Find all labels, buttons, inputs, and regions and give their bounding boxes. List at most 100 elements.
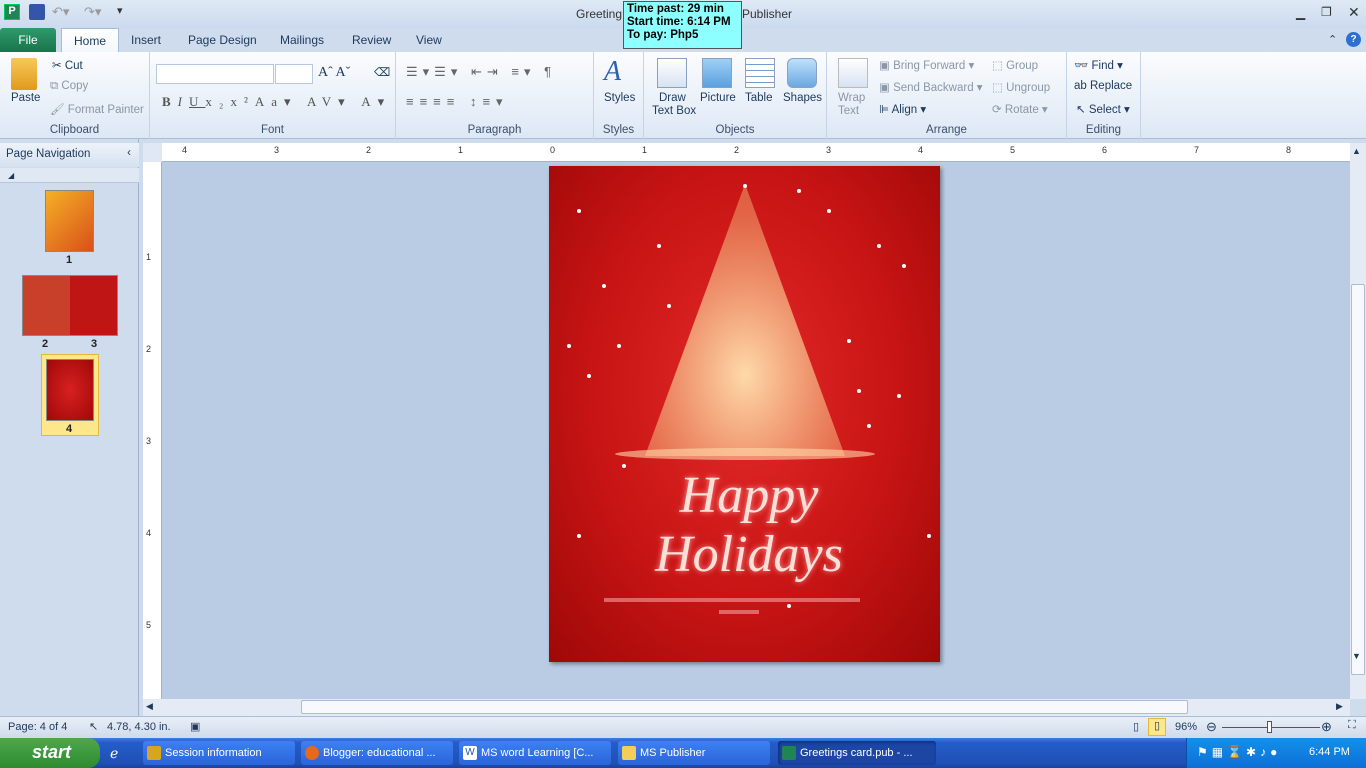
single-page-view-icon[interactable]: ▯ [1133, 720, 1139, 733]
ruler-corner [143, 143, 162, 162]
fit-page-icon[interactable]: ⛶ [1348, 719, 1356, 732]
rotate-icon: ⟳ [992, 104, 1005, 116]
task-label: Greetings card.pub - ... [800, 747, 913, 759]
help-icon[interactable]: ? [1346, 32, 1361, 47]
taskbar-item-blogger[interactable]: Blogger: educational ... [301, 741, 453, 765]
ie-quicklaunch-icon[interactable]: ℯ [110, 745, 118, 762]
tab-page-design[interactable]: Page Design [176, 28, 269, 52]
tab-mailings[interactable]: Mailings [268, 28, 336, 52]
scissors-icon: ✂ [52, 60, 65, 72]
sparkle-star [617, 344, 621, 348]
send-backward-label: Send Backward [893, 82, 974, 94]
horizontal-scrollbar[interactable]: ◀ ▶ [143, 699, 1350, 716]
send-backward-button[interactable]: ▣ Send Backward ▾ [879, 80, 983, 94]
page-indicator[interactable]: Page: 4 of 4 [8, 721, 67, 733]
scroll-left-icon[interactable]: ◀ [146, 701, 153, 712]
taskbar-item-session[interactable]: Session information [143, 741, 295, 765]
font-size-combo[interactable] [275, 64, 313, 84]
restore-icon[interactable]: ❐ [1321, 5, 1332, 19]
horizontal-scroll-thumb[interactable] [301, 700, 1188, 714]
list-indent-icons[interactable]: ☰▾☰▾ ⇤⇥ ≡▾ ¶ [406, 64, 556, 80]
scroll-down-icon[interactable]: ▼ [1352, 651, 1361, 661]
wrap-text-button-line2[interactable]: Text [838, 105, 859, 117]
shapes-button[interactable]: Shapes [783, 92, 822, 104]
grow-font-icon[interactable]: Aˆ Aˇ [318, 65, 350, 81]
styles-label: Styles [602, 124, 635, 136]
sparkle-star [567, 344, 571, 348]
tab-home[interactable]: Home [61, 28, 120, 52]
paste-button[interactable]: Paste [11, 92, 40, 104]
sparkle-star [577, 209, 581, 213]
scroll-right-icon[interactable]: ▶ [1336, 701, 1343, 712]
collapse-pane-icon[interactable]: ‹ [127, 147, 131, 159]
format-painter-button[interactable]: 🖌 Format Painter [50, 102, 144, 116]
select-button[interactable]: ↖ Select ▾ [1076, 102, 1130, 116]
page-number-2: 2 [42, 338, 49, 350]
zoom-level[interactable]: 96% [1175, 721, 1197, 733]
draw-text-box-button-line2[interactable]: Text Box [652, 105, 696, 117]
start-button[interactable]: start [0, 738, 100, 768]
document-canvas[interactable]: Happy Holidays [162, 162, 1350, 699]
ruler-tick-label: 4 [182, 145, 188, 155]
alignment-icons[interactable]: ≡≡≡≡ ↕≡▾ [406, 94, 509, 110]
sparkle-star [657, 244, 661, 248]
align-button[interactable]: ⊫ Align ▾ [879, 102, 926, 116]
zoom-in-icon[interactable]: ⊕ [1321, 719, 1332, 735]
find-button[interactable]: 👓 Find ▾ [1074, 58, 1123, 72]
tab-view[interactable]: View [404, 28, 454, 52]
two-page-view-icon[interactable]: ▯ [1148, 718, 1166, 736]
font-label: Font [260, 124, 284, 136]
tab-review[interactable]: Review [340, 28, 403, 52]
close-icon[interactable]: ✕ [1348, 4, 1360, 21]
tab-insert[interactable]: Insert [119, 28, 173, 52]
tray-icons[interactable]: ⚑▦⌛✱♪● [1197, 745, 1281, 759]
ungroup-button[interactable]: ⬚ Ungroup [992, 80, 1050, 94]
replace-button[interactable]: ab Replace [1074, 80, 1132, 92]
undo-icon[interactable]: ↶▾ [52, 4, 69, 20]
draw-text-box-button[interactable]: Draw [659, 92, 686, 104]
rotate-button[interactable]: ⟳ Rotate ▾ [992, 102, 1048, 116]
minimize-ribbon-icon[interactable]: ⌃ [1328, 33, 1337, 46]
arrange-label: Arrange [926, 124, 967, 136]
save-icon[interactable] [29, 4, 45, 20]
taskbar-item-folder[interactable]: MS Publisher [618, 741, 770, 765]
page-thumbnail-1[interactable] [45, 190, 94, 252]
greeting-card-page[interactable]: Happy Holidays [549, 166, 940, 662]
expand-pages-icon[interactable]: ◢ [0, 168, 139, 183]
copy-icon: ⧉ [50, 80, 62, 92]
scroll-up-icon[interactable]: ▲ [1352, 146, 1361, 156]
cut-button[interactable]: ✂ Cut [52, 58, 83, 72]
group-icon: ⬚ [992, 60, 1007, 72]
wrap-text-button[interactable]: Wrap [838, 92, 865, 104]
picture-button[interactable]: Picture [700, 92, 736, 104]
horizontal-ruler[interactable]: 4 3 2 1 0 1 2 3 4 5 6 7 8 [162, 143, 1350, 162]
zoom-out-icon[interactable]: ⊖ [1206, 719, 1217, 735]
card-message-line [604, 598, 860, 602]
font-name-combo[interactable] [156, 64, 274, 84]
zoom-slider-thumb[interactable] [1267, 721, 1273, 733]
tab-file[interactable]: File [0, 28, 56, 52]
copy-button[interactable]: ⧉ Copy [50, 80, 88, 93]
group-button[interactable]: ⬚ Group [992, 58, 1038, 72]
vertical-ruler[interactable]: 1 2 3 4 5 [143, 162, 162, 699]
vertical-scroll-thumb[interactable] [1351, 284, 1365, 675]
page-number-1: 1 [66, 254, 73, 266]
taskbar-item-msword[interactable]: W MS word Learning [C... [459, 741, 611, 765]
minimize-icon[interactable]: ▁ [1296, 6, 1305, 20]
taskbar-item-publisher[interactable]: Greetings card.pub - ... [778, 741, 936, 765]
table-button[interactable]: Table [745, 92, 773, 104]
bring-forward-button[interactable]: ▣ Bring Forward ▾ [879, 58, 974, 72]
sparkle-star [602, 284, 606, 288]
customize-qat-icon[interactable]: ▾ [117, 4, 133, 20]
word-icon: W [463, 746, 477, 760]
ruler-tick-label: 3 [146, 436, 152, 446]
redo-icon[interactable]: ↷▾ [84, 4, 101, 20]
page-thumbnail-2-3[interactable] [22, 275, 118, 336]
page-number-3: 3 [91, 338, 98, 350]
format-buttons-icons[interactable]: BIUx₂x²Aa▾ AV▾ A▾ [162, 94, 391, 110]
system-tray: ⚑▦⌛✱♪● 6:44 PM [1186, 738, 1366, 768]
styles-button[interactable]: Styles [604, 92, 635, 104]
vertical-scrollbar[interactable]: ▲ ▼ [1350, 143, 1366, 699]
clear-formatting-icon[interactable]: ⌫ [374, 65, 390, 79]
page-thumbnail-4[interactable] [46, 359, 94, 421]
